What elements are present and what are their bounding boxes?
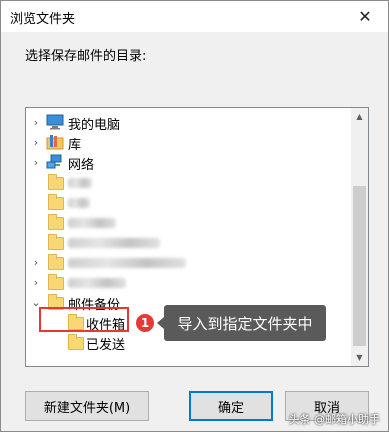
- tree-item-label: 网络: [68, 158, 95, 173]
- scroll-thumb[interactable]: [353, 186, 366, 346]
- obscured-label: [68, 278, 126, 288]
- obscured-label: [68, 218, 116, 228]
- new-folder-button[interactable]: 新建文件夹(M): [25, 391, 149, 421]
- browse-folder-dialog: 浏览文件夹 ✕ 选择保存邮件的目录: › 我的电脑 › 库 › 网络 › › ⌄…: [0, 0, 389, 432]
- expand-icon[interactable]: ›: [30, 112, 42, 132]
- folder-icon: [68, 334, 84, 350]
- close-button[interactable]: ✕: [342, 1, 388, 32]
- computer-icon: [46, 114, 64, 130]
- prompt-text: 选择保存邮件的目录:: [25, 49, 147, 64]
- tree-item-label: 库: [68, 138, 82, 153]
- obscured-label: [68, 198, 90, 208]
- tree-item-my-computer[interactable]: › 我的电脑: [26, 112, 351, 133]
- obscured-label: [68, 178, 92, 188]
- library-icon: [46, 135, 64, 150]
- folder-icon: [48, 234, 64, 250]
- obscured-label: [68, 238, 160, 248]
- tree-item-folder[interactable]: [26, 172, 351, 192]
- vertical-scrollbar[interactable]: ▲ ▼: [351, 108, 368, 366]
- expand-icon[interactable]: ›: [30, 272, 42, 292]
- close-icon: ✕: [358, 7, 372, 26]
- tree-item-library[interactable]: › 库: [26, 132, 351, 153]
- tree-item-label: 已发送: [86, 338, 126, 353]
- expand-icon[interactable]: ›: [30, 132, 42, 152]
- folder-icon: [48, 194, 64, 210]
- expand-icon[interactable]: ›: [30, 152, 42, 172]
- scroll-down-icon[interactable]: ▼: [351, 349, 368, 366]
- network-icon: [46, 154, 62, 169]
- folder-icon: [48, 254, 64, 270]
- title-bar: 浏览文件夹 ✕: [1, 1, 388, 32]
- folder-icon: [48, 214, 64, 230]
- window-title: 浏览文件夹: [10, 12, 76, 27]
- tree-item-folder[interactable]: [26, 212, 351, 232]
- obscured-label: [68, 258, 186, 268]
- folder-icon: [48, 174, 64, 190]
- annotation-callout: 导入到指定文件夹中: [157, 305, 326, 341]
- watermark: 头条 @邮箱小助手: [288, 413, 381, 426]
- tree-item-folder[interactable]: [26, 192, 351, 212]
- tree-item-label: 我的电脑: [68, 118, 121, 133]
- tree-item-folder[interactable]: ›: [26, 252, 351, 272]
- step-badge: 1: [135, 313, 155, 333]
- tree-item-folder[interactable]: ›: [26, 272, 351, 292]
- scroll-up-icon[interactable]: ▲: [351, 108, 368, 125]
- folder-icon: [48, 274, 64, 290]
- ok-button[interactable]: 确定: [189, 391, 273, 421]
- tree-item-network[interactable]: › 网络: [26, 152, 351, 173]
- expand-icon[interactable]: ›: [30, 252, 42, 272]
- inbox-highlight: [39, 307, 129, 332]
- tree-item-folder[interactable]: [26, 232, 351, 252]
